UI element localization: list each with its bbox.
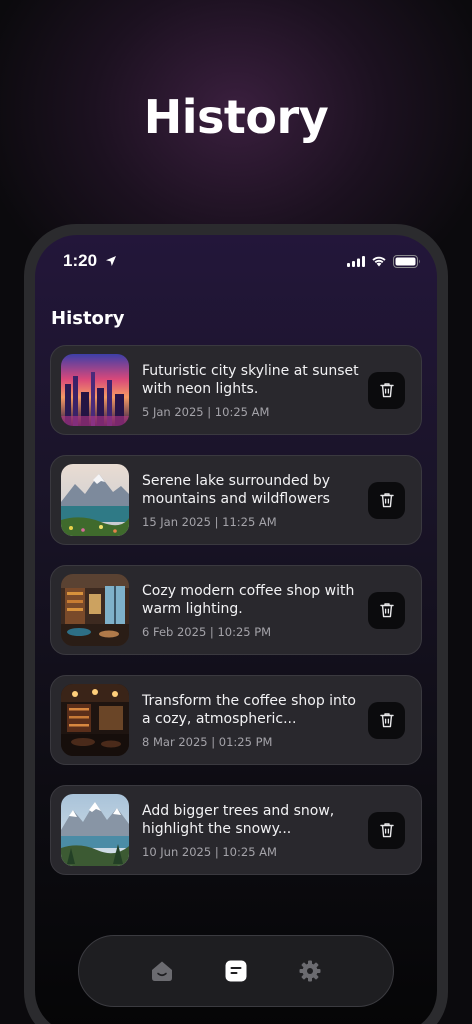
wifi-icon: [372, 256, 386, 267]
card-texts: Transform the coffee shop into a cozy, a…: [142, 692, 360, 749]
card-description: Transform the coffee shop into a cozy, a…: [142, 692, 356, 727]
nav-home[interactable]: [149, 958, 175, 984]
signal-icon: [347, 255, 365, 267]
trash-icon: [379, 713, 394, 728]
card-date: 5 Jan 2025 | 10:25 AM: [142, 404, 270, 419]
delete-button[interactable]: [368, 481, 405, 519]
battery-icon: [393, 254, 420, 268]
mountain-lake-image: [61, 464, 129, 536]
history-icon: [225, 960, 247, 982]
delete-button[interactable]: [368, 371, 405, 409]
nav-settings[interactable]: [297, 958, 323, 984]
history-list: Futuristic city skyline at sunset with n…: [50, 345, 422, 895]
card-date: 15 Jan 2025 | 11:25 AM: [142, 514, 277, 529]
card-description: Cozy modern coffee shop with warm lighti…: [142, 582, 355, 617]
status-bar: 1:20: [35, 249, 437, 273]
card-date: 10 Jun 2025 | 10:25 AM: [142, 844, 277, 859]
snowy-mountains-image: [61, 794, 129, 866]
history-card[interactable]: Add bigger trees and snow, highlight the…: [50, 785, 422, 875]
delete-button[interactable]: [368, 591, 405, 629]
home-icon: [152, 961, 172, 981]
card-texts: Add bigger trees and snow, highlight the…: [142, 802, 360, 859]
screen-title: History: [51, 308, 125, 329]
status-time: 1:20: [63, 251, 98, 270]
page-title: History: [143, 90, 329, 144]
trash-icon: [379, 383, 394, 398]
phone-frame: 1:20 History Futuristic city skyline at …: [24, 224, 448, 1024]
card-description: Futuristic city skyline at sunset with n…: [142, 362, 359, 397]
settings-icon: [299, 960, 321, 982]
card-date: 6 Feb 2025 | 10:25 PM: [142, 624, 272, 639]
card-texts: Cozy modern coffee shop with warm lighti…: [142, 582, 360, 639]
cozy-cafe-image: [61, 684, 129, 756]
card-texts: Serene lake surrounded by mountains and …: [142, 472, 360, 529]
delete-button[interactable]: [368, 701, 405, 739]
nav-history[interactable]: [223, 958, 249, 984]
card-date: 8 Mar 2025 | 01:25 PM: [142, 734, 273, 749]
trash-icon: [379, 603, 394, 618]
phone-screen: 1:20 History Futuristic city skyline at …: [35, 235, 437, 1024]
card-texts: Futuristic city skyline at sunset with n…: [142, 362, 360, 419]
card-description: Add bigger trees and snow, highlight the…: [142, 802, 335, 837]
coffee-shop-image: [61, 574, 129, 646]
history-card[interactable]: Transform the coffee shop into a cozy, a…: [50, 675, 422, 765]
bottom-nav: [78, 935, 394, 1007]
status-time-group: 1:20: [63, 251, 117, 271]
history-card[interactable]: Futuristic city skyline at sunset with n…: [50, 345, 422, 435]
history-card[interactable]: Cozy modern coffee shop with warm lighti…: [50, 565, 422, 655]
city-skyline-image: [61, 354, 129, 426]
delete-button[interactable]: [368, 811, 405, 849]
location-arrow-icon: [106, 256, 117, 266]
trash-icon: [379, 823, 394, 838]
status-icons: [347, 254, 421, 268]
trash-icon: [379, 493, 394, 508]
card-description: Serene lake surrounded by mountains and …: [142, 472, 331, 507]
history-card[interactable]: Serene lake surrounded by mountains and …: [50, 455, 422, 545]
